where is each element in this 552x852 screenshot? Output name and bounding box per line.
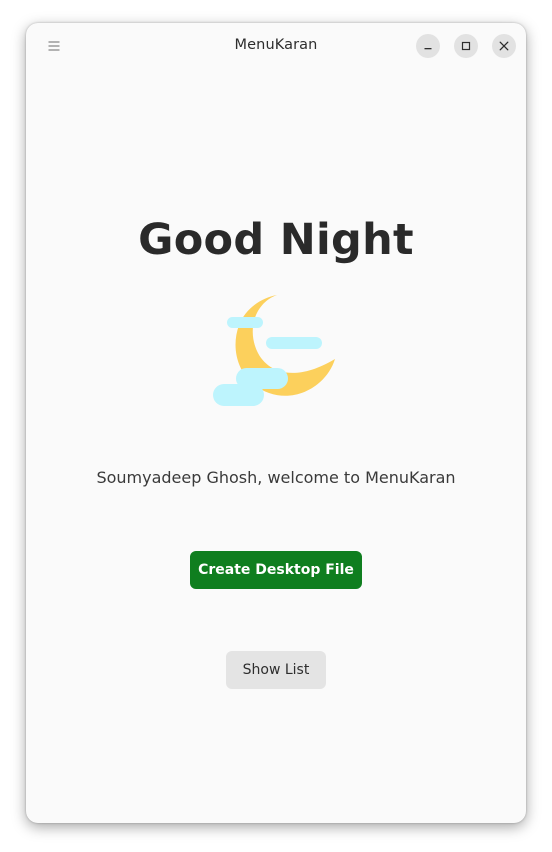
app-window: MenuKaran Good Night Soumyadeep Ghosh, w… <box>26 23 526 823</box>
create-desktop-file-button[interactable]: Create Desktop File <box>190 551 362 589</box>
show-list-button[interactable]: Show List <box>226 651 326 689</box>
close-button[interactable] <box>492 34 516 58</box>
moon-clouds-icon <box>213 295 335 406</box>
window-title: MenuKaran <box>234 37 318 53</box>
maximize-button[interactable] <box>454 34 478 58</box>
welcome-message: Soumyadeep Ghosh, welcome to MenuKaran <box>96 468 456 487</box>
maximize-icon <box>461 41 471 51</box>
minimize-button[interactable] <box>416 34 440 58</box>
greeting-heading: Good Night <box>138 215 414 265</box>
header-bar: MenuKaran <box>26 23 526 69</box>
minimize-icon <box>424 48 432 50</box>
close-icon <box>499 41 509 51</box>
